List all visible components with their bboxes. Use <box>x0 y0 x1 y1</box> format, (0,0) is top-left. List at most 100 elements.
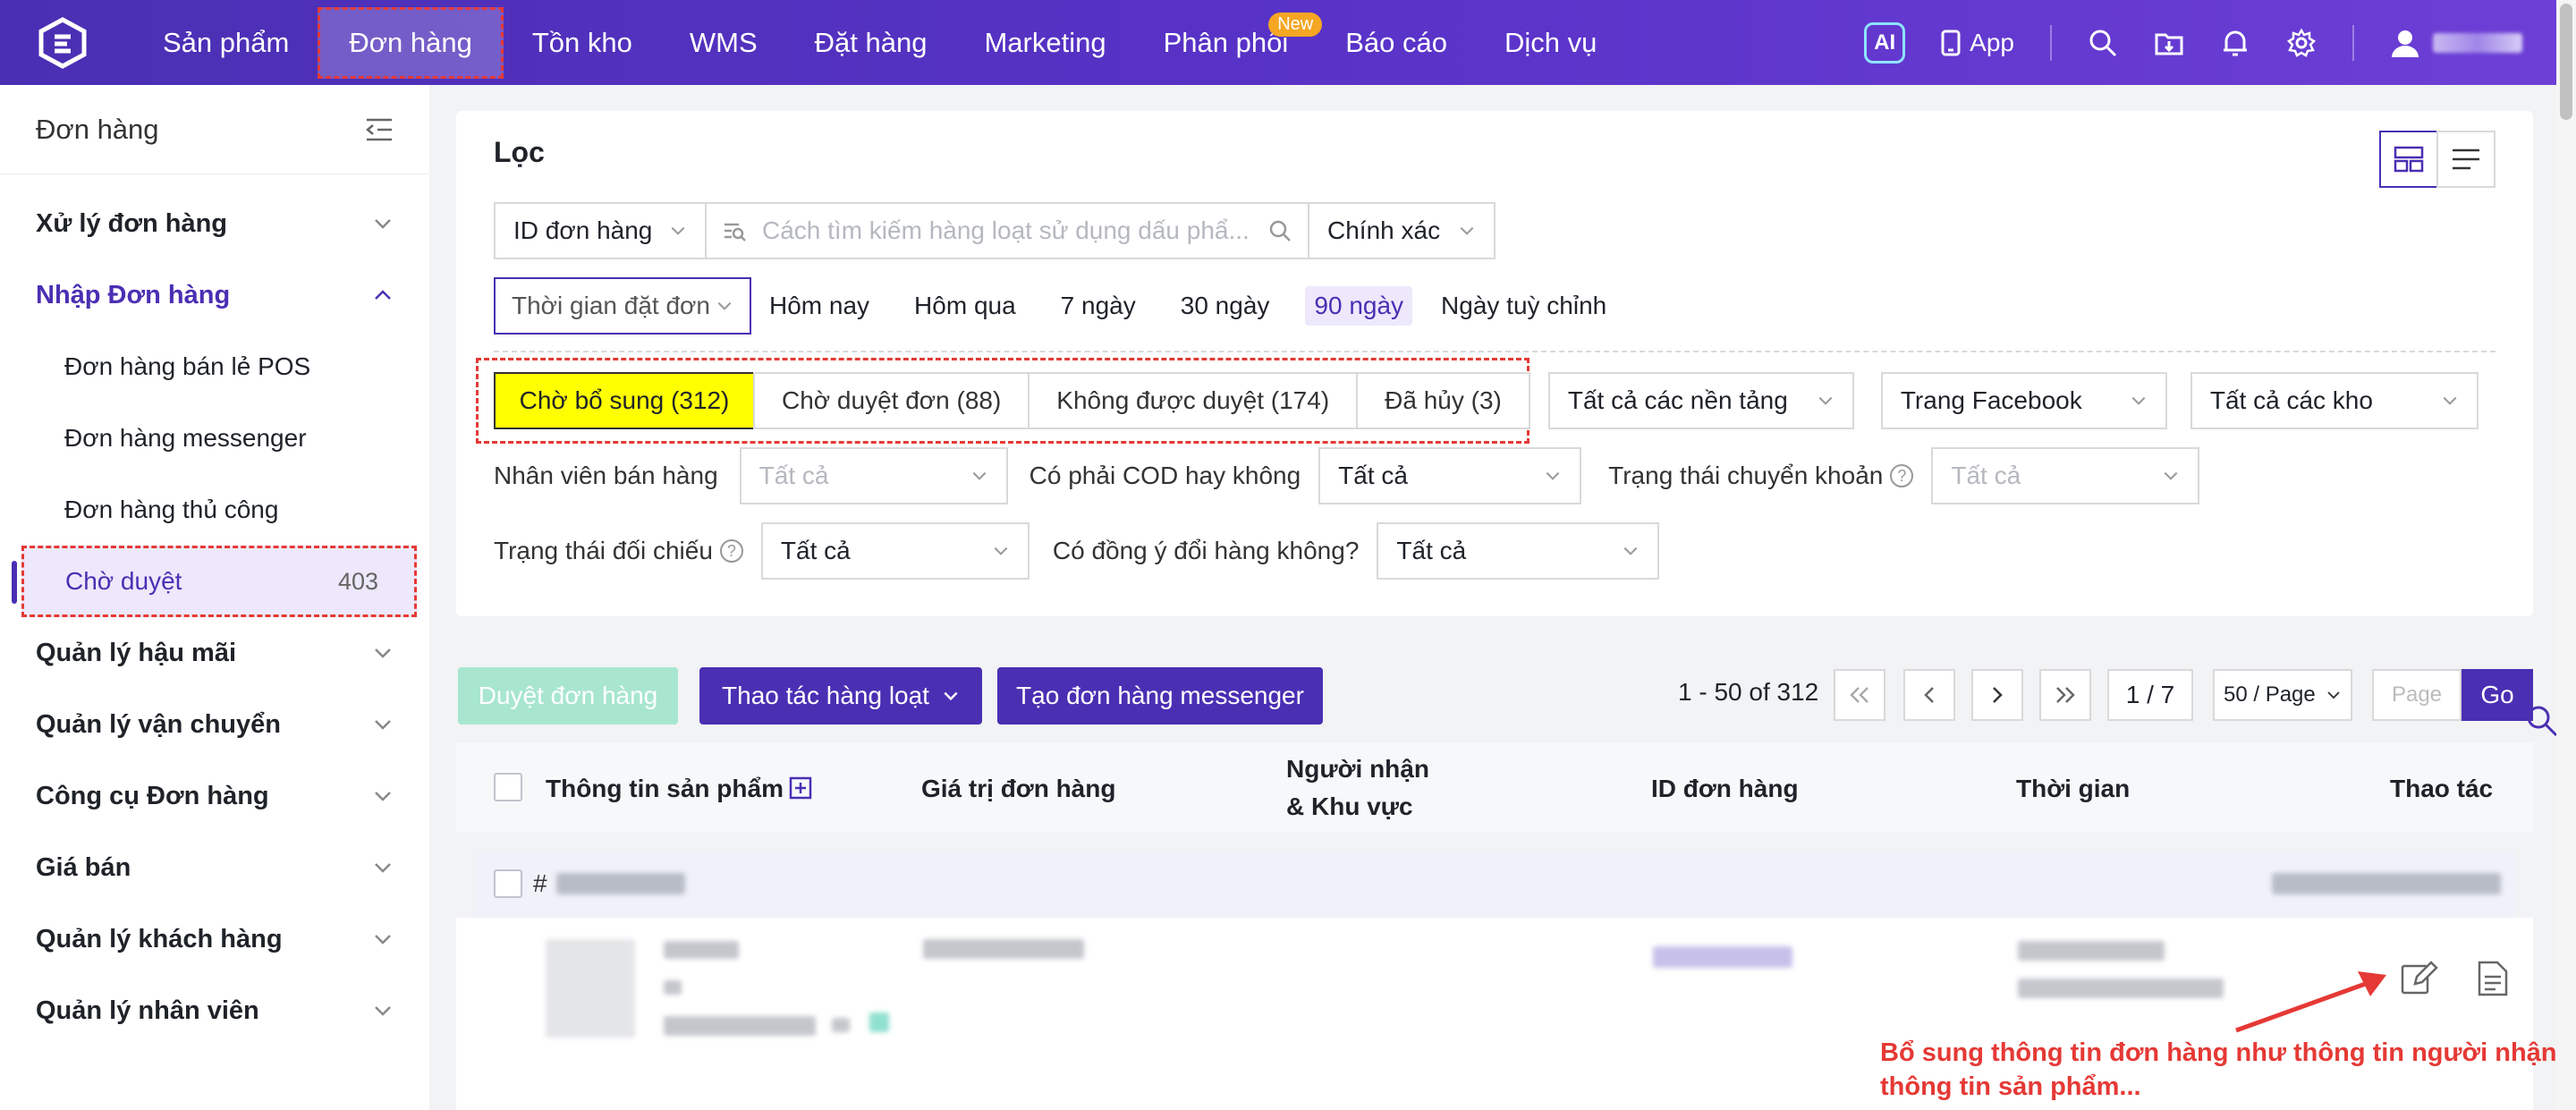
chevron-down-icon <box>972 471 987 480</box>
chevron-down-icon <box>375 219 391 229</box>
chevron-right-icon <box>1993 687 2003 703</box>
order-checkbox[interactable] <box>494 869 522 898</box>
date-chip-7-days[interactable]: 7 ngày <box>1052 286 1145 326</box>
nav-item-products[interactable]: Sản phẩm <box>134 0 318 85</box>
gear-icon[interactable] <box>2286 28 2317 58</box>
order-number-redacted <box>556 873 685 894</box>
tab-pending-approval[interactable]: Chờ duyệt đơn (88) <box>753 372 1030 429</box>
date-type-select[interactable]: Thời gian đặt đơn <box>494 277 751 335</box>
nav-item-distribution[interactable]: Phân phối New <box>1135 0 1323 85</box>
nav-item-reports[interactable]: Báo cáo <box>1317 0 1476 85</box>
double-chevron-left-icon <box>1850 687 1868 703</box>
help-icon[interactable]: ? <box>1890 464 1914 487</box>
bulk-actions-button[interactable]: Thao tác hàng loạt <box>699 667 982 724</box>
date-chip-90-days[interactable]: 90 ngày <box>1305 286 1413 326</box>
date-chip-yesterday[interactable]: Hôm qua <box>905 286 1025 326</box>
scrollbar-thumb[interactable] <box>2560 4 2572 120</box>
chevron-down-icon <box>671 226 685 235</box>
sidebar-item-pending-approval[interactable]: Chờ duyệt 403 <box>12 546 417 617</box>
expand-all-icon[interactable] <box>789 776 812 800</box>
tab-pending-supplement[interactable]: Chờ bổ sung (312) <box>494 372 755 429</box>
id-type-select[interactable]: ID đơn hàng <box>494 202 707 259</box>
nav-item-services[interactable]: Dịch vụ <box>1476 0 1625 85</box>
ai-button[interactable]: AI <box>1864 21 1906 64</box>
reconcile-status-select[interactable]: Tất cả <box>760 522 1030 580</box>
view-toggle <box>2379 131 2496 188</box>
nav-item-inventory[interactable]: Tồn kho <box>504 0 661 85</box>
double-chevron-right-icon <box>2056 687 2075 703</box>
sidebar-group-after-sales[interactable]: Quản lý hậu mãi <box>0 617 429 689</box>
chevron-down-icon <box>994 547 1008 555</box>
first-page-button[interactable] <box>1834 669 1885 721</box>
search-icon[interactable] <box>2088 28 2118 58</box>
user-avatar-icon <box>2392 30 2419 57</box>
transfer-status-label: Trạng thái chuyển khoản <box>1608 462 1884 489</box>
page-indicator[interactable]: 1 / 7 <box>2107 669 2193 721</box>
date-chip-30-days[interactable]: 30 ngày <box>1172 286 1279 326</box>
search-placeholder: Cách tìm kiếm hàng loạt sử dụng dấu phẩ.… <box>762 216 1250 244</box>
nav-item-purchase[interactable]: Đặt hàng <box>786 0 956 85</box>
card-view-button[interactable] <box>2379 131 2438 188</box>
collapse-menu-icon[interactable] <box>365 117 394 142</box>
search-row: ID đơn hàng Cách tìm kiếm hàng loạt sử d… <box>494 202 1496 259</box>
cod-select[interactable]: Tất cả <box>1318 447 1582 504</box>
go-button[interactable]: Go <box>2462 669 2533 721</box>
sidebar-group-order-tools[interactable]: Công cụ Đơn hàng <box>0 760 429 832</box>
date-row: Thời gian đặt đơn Hôm nay Hôm qua 7 ngày… <box>494 277 1615 335</box>
logo-icon[interactable] <box>36 16 89 70</box>
list-view-button[interactable] <box>2436 131 2496 188</box>
nav-item-orders[interactable]: Đơn hàng <box>318 6 504 79</box>
prev-page-button[interactable] <box>1903 669 1955 721</box>
sidebar-item-messenger-orders[interactable]: Đơn hàng messenger <box>0 402 429 474</box>
platform-select[interactable]: Tất cả các nền tảng <box>1547 372 1854 429</box>
user-menu[interactable] <box>2390 28 2522 58</box>
help-icon[interactable]: ? <box>719 539 743 563</box>
folder-download-icon[interactable] <box>2154 28 2184 58</box>
chevron-down-icon <box>375 863 391 873</box>
exchange-select[interactable]: Tất cả <box>1377 522 1660 580</box>
sidebar-group-customers[interactable]: Quản lý khách hàng <box>0 903 429 975</box>
store-select[interactable]: Trang Facebook <box>1880 372 2167 429</box>
time-line2-redacted <box>2018 979 2224 998</box>
search-input[interactable]: Cách tìm kiếm hàng loạt sử dụng dấu phẩ.… <box>707 202 1308 259</box>
create-messenger-order-button[interactable]: Tạo đơn hàng messenger <box>997 667 1323 724</box>
scrollbar[interactable] <box>2556 0 2576 1110</box>
transfer-status-select[interactable]: Tất cả <box>1931 447 2200 504</box>
page-size-select[interactable]: 50 / Page <box>2213 669 2352 721</box>
search-icon[interactable] <box>1268 219 1292 242</box>
warehouse-select[interactable]: Tất cả các kho <box>2190 372 2479 429</box>
bell-icon[interactable] <box>2220 28 2250 58</box>
col-order-value: Giá trị đơn hàng <box>921 775 1116 802</box>
sidebar-group-import-orders[interactable]: Nhập Đơn hàng <box>0 259 429 331</box>
sidebar-group-shipping[interactable]: Quản lý vận chuyển <box>0 689 429 760</box>
tab-rejected[interactable]: Không được duyệt (174) <box>1028 372 1359 429</box>
chevron-down-icon <box>375 792 391 801</box>
product-name-redacted <box>664 941 739 959</box>
select-all-checkbox[interactable] <box>494 773 522 801</box>
goto-page-input[interactable]: Page <box>2372 669 2462 721</box>
next-page-button[interactable] <box>1971 669 2023 721</box>
match-mode-select[interactable]: Chính xác <box>1308 202 1496 259</box>
nav-item-marketing[interactable]: Marketing <box>955 0 1134 85</box>
order-value-redacted <box>923 939 1084 959</box>
approve-orders-button[interactable]: Duyệt đơn hàng <box>458 667 678 724</box>
order-date-redacted <box>2272 873 2501 894</box>
sidebar-group-staff[interactable]: Quản lý nhân viên <box>0 975 429 1046</box>
tab-cancelled[interactable]: Đã hủy (3) <box>1356 372 1530 429</box>
zoom-search-icon[interactable] <box>2524 703 2560 739</box>
date-chip-today[interactable]: Hôm nay <box>760 286 878 326</box>
sidebar-group-pricing[interactable]: Giá bán <box>0 832 429 903</box>
annotation-text: Bổ sung thông tin đơn hàng như thông tin… <box>1880 1038 2564 1101</box>
salesperson-select[interactable]: Tất cả <box>739 447 1008 504</box>
app-button[interactable]: App <box>1941 29 2014 57</box>
date-chip-custom[interactable]: Ngày tuỳ chỉnh <box>1432 286 1615 326</box>
document-icon[interactable] <box>2472 959 2512 998</box>
chevron-down-icon <box>1623 547 1638 555</box>
last-page-button[interactable] <box>2039 669 2091 721</box>
sidebar-item-manual-orders[interactable]: Đơn hàng thủ công <box>0 474 429 546</box>
sidebar-group-process-orders[interactable]: Xử lý đơn hàng <box>0 188 429 259</box>
sidebar-item-pos-orders[interactable]: Đơn hàng bán lẻ POS <box>0 331 429 402</box>
card-view-icon <box>2394 146 2424 173</box>
phone-icon <box>1941 30 1961 55</box>
nav-item-wms[interactable]: WMS <box>661 0 786 85</box>
